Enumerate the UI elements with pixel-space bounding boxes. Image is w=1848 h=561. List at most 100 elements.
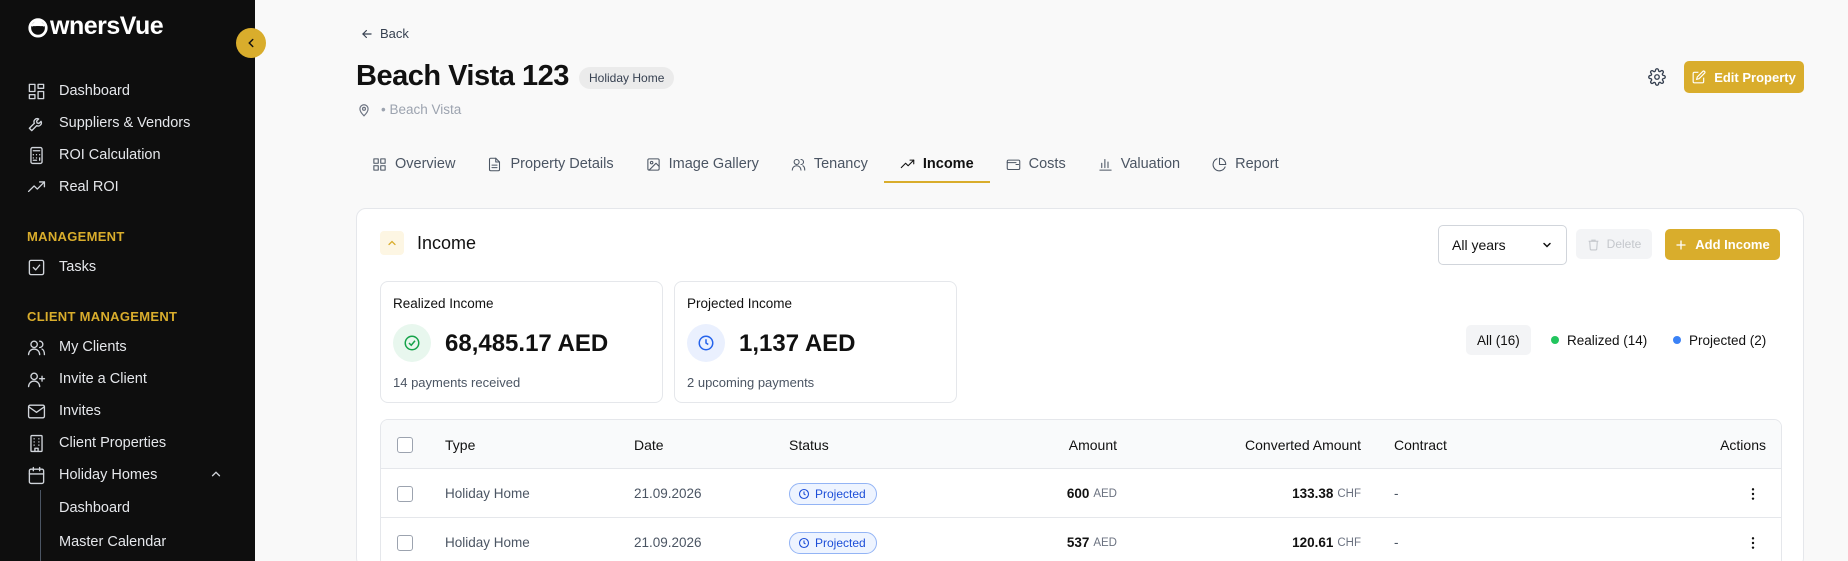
sidebar-collapse-button[interactable] [236, 28, 266, 58]
sidebar-item-label: Holiday Homes [59, 467, 158, 483]
more-vertical-icon [1751, 487, 1755, 500]
tab-image-gallery[interactable]: Image Gallery [630, 145, 775, 183]
amount-currency: AED [1093, 536, 1117, 549]
year-select[interactable]: All years [1438, 225, 1567, 265]
column-header-contract[interactable]: Contract [1394, 420, 1447, 469]
pie-chart-icon [1212, 157, 1227, 171]
table-header: Type Date Status Amount Converted Amount… [381, 420, 1781, 469]
sidebar-item-suppliers[interactable]: Suppliers & Vendors [27, 112, 190, 134]
sidebar-item-label: Real ROI [59, 179, 119, 195]
projected-income-card: Projected Income 1,137 AED 2 upcoming pa… [674, 281, 957, 403]
row-actions-menu[interactable] [1745, 469, 1761, 518]
house-logo-icon [28, 17, 48, 38]
row-actions-menu[interactable] [1745, 518, 1761, 561]
status-badge: Projected [789, 531, 877, 554]
converted-value: 133.38 [1292, 486, 1334, 501]
sidebar-item-dashboard[interactable]: Dashboard [27, 80, 130, 102]
sidebar-item-label: Invite a Client [59, 371, 147, 387]
realized-income-card: Realized Income 68,485.17 AED 14 payment… [380, 281, 663, 403]
sidebar-subitem-dashboard[interactable]: Dashboard [59, 500, 130, 516]
projected-income-label: Projected Income [687, 296, 793, 311]
row-checkbox[interactable] [397, 534, 413, 551]
amount-value: 537 [1066, 535, 1090, 550]
row-checkbox[interactable] [397, 485, 413, 502]
tab-income[interactable]: Income [883, 145, 990, 183]
converted-value: 120.61 [1292, 535, 1334, 550]
column-header-status[interactable]: Status [789, 420, 829, 469]
row-type: Holiday Home [445, 486, 530, 501]
filter-projected-label: Projected (2) [1689, 332, 1767, 348]
section-title-client-management: CLIENT MANAGEMENT [27, 309, 178, 324]
year-select-value: All years [1452, 237, 1506, 253]
realized-income-sub: 14 payments received [393, 375, 521, 390]
column-header-actions: Actions [1720, 436, 1766, 453]
property-location: • Beach Vista [357, 102, 461, 117]
chevron-up-icon[interactable] [209, 467, 223, 481]
status-label: Projected [815, 535, 866, 550]
delete-button[interactable]: Delete [1576, 229, 1652, 259]
realized-income-label: Realized Income [393, 296, 494, 311]
sidebar-item-invites[interactable]: Invites [27, 400, 101, 422]
sidebar-item-client-properties[interactable]: Client Properties [27, 432, 166, 454]
filter-all[interactable]: All (16) [1466, 325, 1531, 355]
submenu-rail [40, 490, 41, 561]
column-header-type[interactable]: Type [445, 420, 475, 469]
logo-text: wnersVue [50, 12, 164, 40]
filter-realized[interactable]: Realized (14) [1551, 325, 1647, 355]
select-all-checkbox[interactable] [397, 436, 413, 453]
add-income-button[interactable]: Add Income [1665, 229, 1780, 260]
edit-property-button[interactable]: Edit Property [1684, 61, 1804, 93]
status-badge: Projected [789, 482, 877, 505]
tab-costs[interactable]: Costs [990, 145, 1082, 183]
back-link[interactable]: Back [360, 26, 409, 41]
table-row[interactable]: Holiday Home 21.09.2026 Projected 600 AED… [381, 469, 1781, 518]
sidebar-item-roi-calculation[interactable]: ROI Calculation [27, 144, 161, 166]
projected-icon-wrap [687, 324, 725, 362]
amount-value: 600 [1066, 486, 1090, 501]
tab-report[interactable]: Report [1196, 145, 1295, 183]
tab-property-details[interactable]: Property Details [471, 145, 629, 183]
row-amount: 600 AED [1017, 469, 1117, 518]
sidebar-item-holiday-homes[interactable]: Holiday Homes [27, 464, 157, 486]
projected-dot [1673, 336, 1681, 344]
app-logo[interactable]: wnersVue [27, 12, 164, 41]
income-collapse-toggle[interactable] [380, 231, 404, 255]
tab-valuation[interactable]: Valuation [1082, 145, 1196, 183]
row-select-cell [397, 469, 413, 518]
more-vertical-icon [1751, 536, 1755, 549]
tab-overview[interactable]: Overview [356, 145, 471, 183]
sidebar-item-tasks[interactable]: Tasks [27, 256, 96, 278]
sidebar-item-real-roi[interactable]: Real ROI [27, 176, 119, 198]
tab-tenancy[interactable]: Tenancy [775, 145, 884, 183]
filter-realized-label: Realized (14) [1567, 332, 1648, 348]
chevron-down-icon [1543, 242, 1551, 248]
sidebar-item-invite-client[interactable]: Invite a Client [27, 368, 147, 390]
edit-property-label: Edit Property [1714, 69, 1796, 85]
chevron-up-icon [388, 240, 396, 246]
grid-icon [373, 157, 386, 171]
column-header-amount[interactable]: Amount [1067, 420, 1117, 469]
column-header-date[interactable]: Date [634, 420, 664, 469]
wallet-icon [1006, 159, 1020, 170]
tab-label: Income [922, 156, 974, 172]
column-header-converted-amount[interactable]: Converted Amount [1211, 420, 1361, 469]
sidebar-item-my-clients[interactable]: My Clients [27, 336, 127, 358]
table-row[interactable]: Holiday Home 21.09.2026 Projected 537 AED… [381, 518, 1781, 561]
converted-currency: CHF [1337, 487, 1361, 500]
filter-projected[interactable]: Projected (2) [1673, 325, 1766, 355]
calendar-icon [28, 466, 45, 484]
select-all-cell [397, 420, 413, 469]
row-contract: - [1394, 486, 1399, 501]
sidebar-item-label: My Clients [59, 339, 127, 355]
bar-chart-icon [1099, 158, 1112, 171]
back-label: Back [380, 26, 409, 41]
gear-icon[interactable] [1648, 68, 1666, 86]
income-title: Income [417, 232, 477, 253]
realized-dot [1551, 336, 1559, 344]
tab-label: Tenancy [813, 156, 868, 172]
row-type: Holiday Home [445, 535, 530, 550]
sidebar-item-label: Suppliers & Vendors [59, 115, 191, 131]
sidebar-item-label: Invites [59, 403, 101, 419]
sidebar-subitem-master-calendar[interactable]: Master Calendar [59, 534, 166, 550]
clock-icon [798, 488, 810, 499]
